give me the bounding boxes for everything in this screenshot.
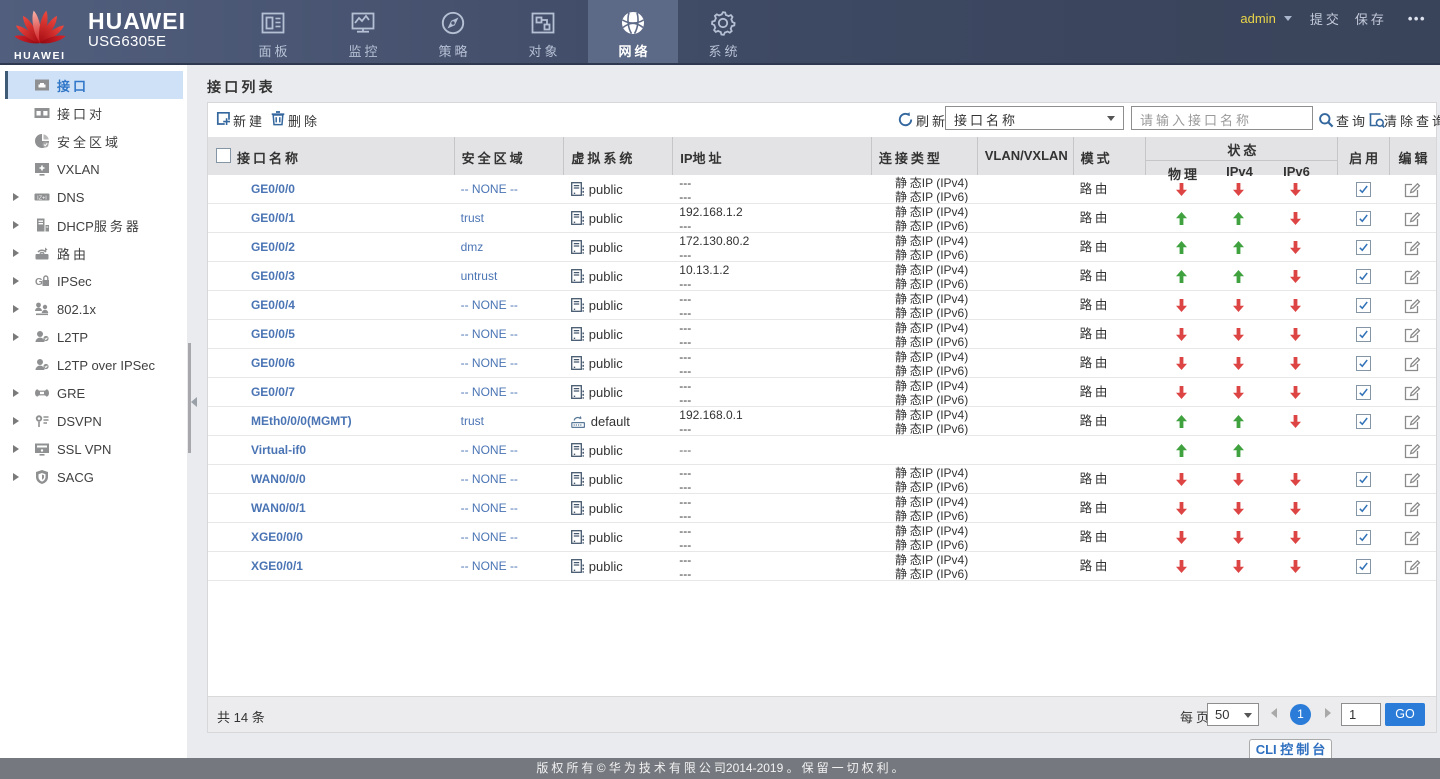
- svg-text:G: G: [35, 277, 43, 288]
- svg-text:IZ+I: IZ+I: [37, 195, 47, 201]
